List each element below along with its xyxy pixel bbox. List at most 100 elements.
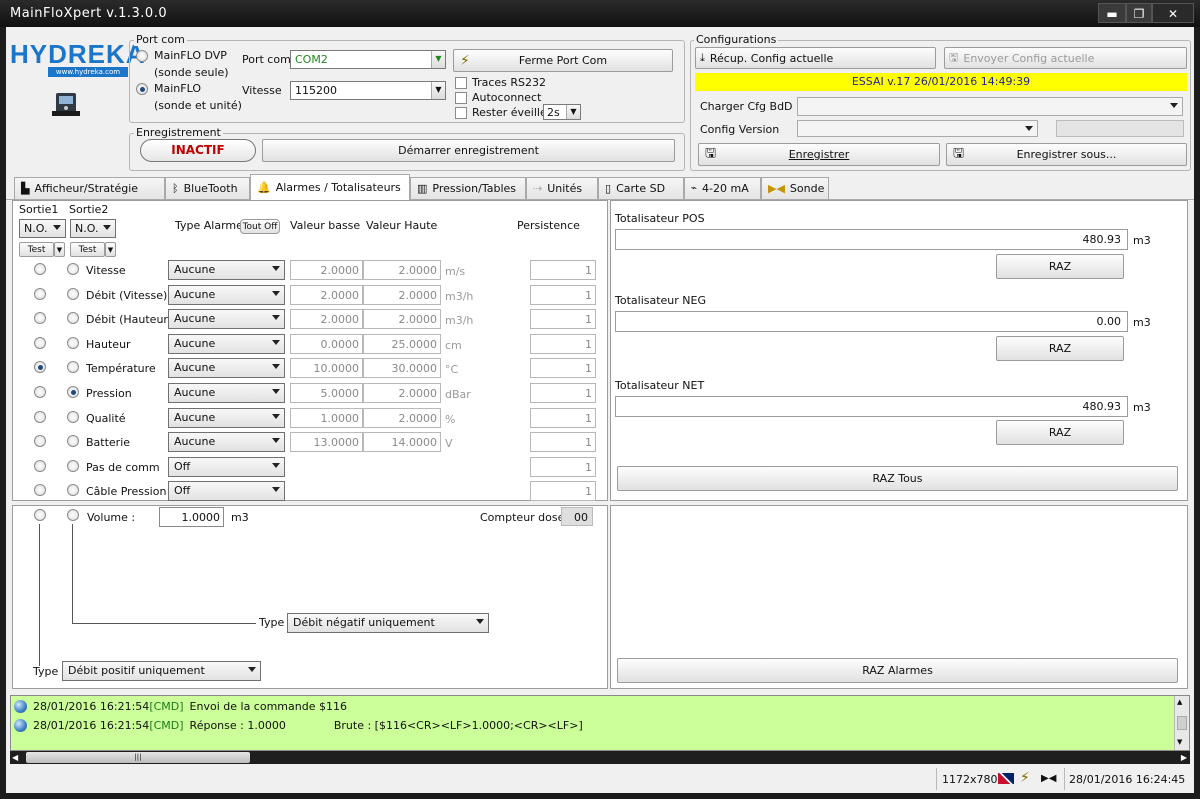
tab-sonde[interactable]: ▶◀ Sonde bbox=[761, 177, 829, 199]
volume-input[interactable]: 1.0000 bbox=[159, 507, 224, 527]
log-vertical-scrollbar[interactable]: ▲ ▼ bbox=[1174, 696, 1189, 750]
config-version-field[interactable] bbox=[1056, 120, 1184, 137]
close-icon[interactable]: ✕ bbox=[1152, 3, 1194, 23]
alarm-low-input[interactable]: 5.0000 bbox=[290, 383, 363, 403]
sortie1-radio[interactable] bbox=[34, 312, 46, 324]
raz-net-button[interactable]: RAZ bbox=[996, 420, 1124, 445]
alarm-type-select[interactable]: Off bbox=[168, 457, 285, 477]
alarm-high-input[interactable]: 2.0000 bbox=[363, 260, 441, 280]
raz-alarms-button[interactable]: RAZ Alarmes bbox=[617, 658, 1178, 683]
tab-afficheur[interactable]: ▙ Afficheur/Stratégie bbox=[14, 177, 165, 199]
mainflo-dvp-radio[interactable] bbox=[136, 50, 148, 62]
sortie1-radio[interactable] bbox=[34, 411, 46, 423]
sortie1-radio[interactable] bbox=[34, 263, 46, 275]
tab-unites[interactable]: ⇢ Unités bbox=[526, 177, 598, 199]
type1-select[interactable]: Débit positif uniquement bbox=[62, 661, 261, 681]
hscroll-thumb[interactable]: ||| bbox=[26, 752, 250, 763]
scroll-thumb[interactable] bbox=[1177, 716, 1187, 730]
alarm-type-select[interactable]: Aucune bbox=[168, 334, 285, 354]
start-recording-button[interactable]: Démarrer enregistrement bbox=[262, 139, 675, 162]
sortie2-radio[interactable] bbox=[67, 386, 79, 398]
autoconnect-checkbox[interactable] bbox=[455, 92, 467, 104]
save-as-button[interactable]: 🖫 Enregistrer sous... bbox=[946, 143, 1187, 166]
alarm-persistence-input[interactable]: 1 bbox=[530, 358, 596, 378]
log-horizontal-scrollbar[interactable]: ◀ ||| ▶ bbox=[10, 751, 1190, 764]
sortie1-no-select[interactable]: N.O. bbox=[19, 219, 66, 238]
tab-alarmes[interactable]: 🔔 Alarmes / Totalisateurs bbox=[250, 174, 410, 200]
alarm-high-input[interactable]: 2.0000 bbox=[363, 408, 441, 428]
sortie1-radio[interactable] bbox=[34, 484, 46, 496]
alarm-type-select[interactable]: Aucune bbox=[168, 285, 285, 305]
alarm-high-input[interactable]: 2.0000 bbox=[363, 309, 441, 329]
alarm-type-select[interactable]: Aucune bbox=[168, 358, 285, 378]
alarm-low-input[interactable]: 0.0000 bbox=[290, 334, 363, 354]
alarm-persistence-input[interactable]: 1 bbox=[530, 457, 596, 477]
type2-select[interactable]: Débit négatif uniquement bbox=[287, 613, 489, 633]
alarm-persistence-input[interactable]: 1 bbox=[530, 334, 596, 354]
alarm-persistence-input[interactable]: 1 bbox=[530, 285, 596, 305]
sortie1-radio[interactable] bbox=[34, 361, 46, 373]
alarm-type-select[interactable]: Aucune bbox=[168, 309, 285, 329]
alarm-type-select[interactable]: Aucune bbox=[168, 383, 285, 403]
volume-sortie1-radio[interactable] bbox=[34, 509, 46, 521]
tab-bluetooth[interactable]: ᛒ BlueTooth bbox=[165, 177, 250, 199]
traces-checkbox[interactable] bbox=[455, 77, 467, 89]
stay-awake-checkbox[interactable] bbox=[455, 107, 467, 119]
sortie1-test-button[interactable]: Test bbox=[19, 242, 54, 257]
alarm-high-input[interactable]: 2.0000 bbox=[363, 285, 441, 305]
alarm-low-input[interactable]: 1.0000 bbox=[290, 408, 363, 428]
sortie2-radio[interactable] bbox=[67, 361, 79, 373]
config-version-select[interactable] bbox=[797, 120, 1038, 137]
alarm-low-input[interactable]: 2.0000 bbox=[290, 260, 363, 280]
sortie2-no-select[interactable]: N.O. bbox=[70, 219, 116, 238]
alarm-low-input[interactable]: 2.0000 bbox=[290, 309, 363, 329]
port-com-select[interactable]: COM2 ▼ bbox=[290, 50, 446, 69]
alarm-persistence-input[interactable]: 1 bbox=[530, 260, 596, 280]
uk-flag-icon[interactable] bbox=[998, 773, 1014, 784]
alarm-persistence-input[interactable]: 1 bbox=[530, 408, 596, 428]
alarm-high-input[interactable]: 2.0000 bbox=[363, 383, 441, 403]
alarm-low-input[interactable]: 10.0000 bbox=[290, 358, 363, 378]
stay-awake-select[interactable]: 2s ▼ bbox=[543, 104, 581, 120]
save-button[interactable]: 🖫 Enregistrer bbox=[698, 143, 940, 166]
alarm-persistence-input[interactable]: 1 bbox=[530, 432, 596, 452]
tab-pression[interactable]: ▥ Pression/Tables bbox=[410, 177, 526, 199]
sortie1-test-dropdown[interactable]: ▼ bbox=[54, 242, 65, 257]
alarm-persistence-input[interactable]: 1 bbox=[530, 481, 596, 501]
sortie2-radio[interactable] bbox=[67, 484, 79, 496]
alarm-high-input[interactable]: 25.0000 bbox=[363, 334, 441, 354]
alarm-type-select[interactable]: Aucune bbox=[168, 408, 285, 428]
mainflo-radio[interactable] bbox=[136, 83, 148, 95]
sortie2-radio[interactable] bbox=[67, 312, 79, 324]
alarm-type-select[interactable]: Aucune bbox=[168, 260, 285, 280]
raz-all-button[interactable]: RAZ Tous bbox=[617, 466, 1178, 491]
alarm-low-input[interactable]: 13.0000 bbox=[290, 432, 363, 452]
sortie2-radio[interactable] bbox=[67, 288, 79, 300]
alarm-persistence-input[interactable]: 1 bbox=[530, 383, 596, 403]
alarm-type-select[interactable]: Aucune bbox=[168, 432, 285, 452]
alarm-high-input[interactable]: 14.0000 bbox=[363, 432, 441, 452]
load-config-select[interactable] bbox=[797, 97, 1183, 116]
sortie2-radio[interactable] bbox=[67, 263, 79, 275]
sortie2-radio[interactable] bbox=[67, 411, 79, 423]
sortie1-radio[interactable] bbox=[34, 435, 46, 447]
tout-off-button[interactable]: Tout Off bbox=[240, 219, 280, 234]
sortie2-radio[interactable] bbox=[67, 435, 79, 447]
volume-sortie2-radio[interactable] bbox=[67, 509, 79, 521]
raz-pos-button[interactable]: RAZ bbox=[996, 254, 1124, 279]
maximize-icon[interactable]: ❐ bbox=[1126, 3, 1152, 23]
sortie2-radio[interactable] bbox=[67, 337, 79, 349]
sortie2-test-button[interactable]: Test bbox=[70, 242, 105, 257]
sortie2-radio[interactable] bbox=[67, 460, 79, 472]
alarm-persistence-input[interactable]: 1 bbox=[530, 309, 596, 329]
sortie2-test-dropdown[interactable]: ▼ bbox=[105, 242, 116, 257]
alarm-high-input[interactable]: 30.0000 bbox=[363, 358, 441, 378]
vitesse-select[interactable]: 115200 ▼ bbox=[290, 81, 446, 100]
minimize-icon[interactable]: ▬ bbox=[1098, 3, 1126, 23]
alarm-low-input[interactable]: 2.0000 bbox=[290, 285, 363, 305]
raz-neg-button[interactable]: RAZ bbox=[996, 336, 1124, 361]
tab-carte-sd[interactable]: ▯ Carte SD bbox=[598, 177, 684, 199]
send-config-button[interactable]: 🖫 Envoyer Config actuelle bbox=[944, 47, 1187, 69]
sortie1-radio[interactable] bbox=[34, 337, 46, 349]
close-port-button[interactable]: ⚡ Ferme Port Com bbox=[453, 49, 673, 72]
